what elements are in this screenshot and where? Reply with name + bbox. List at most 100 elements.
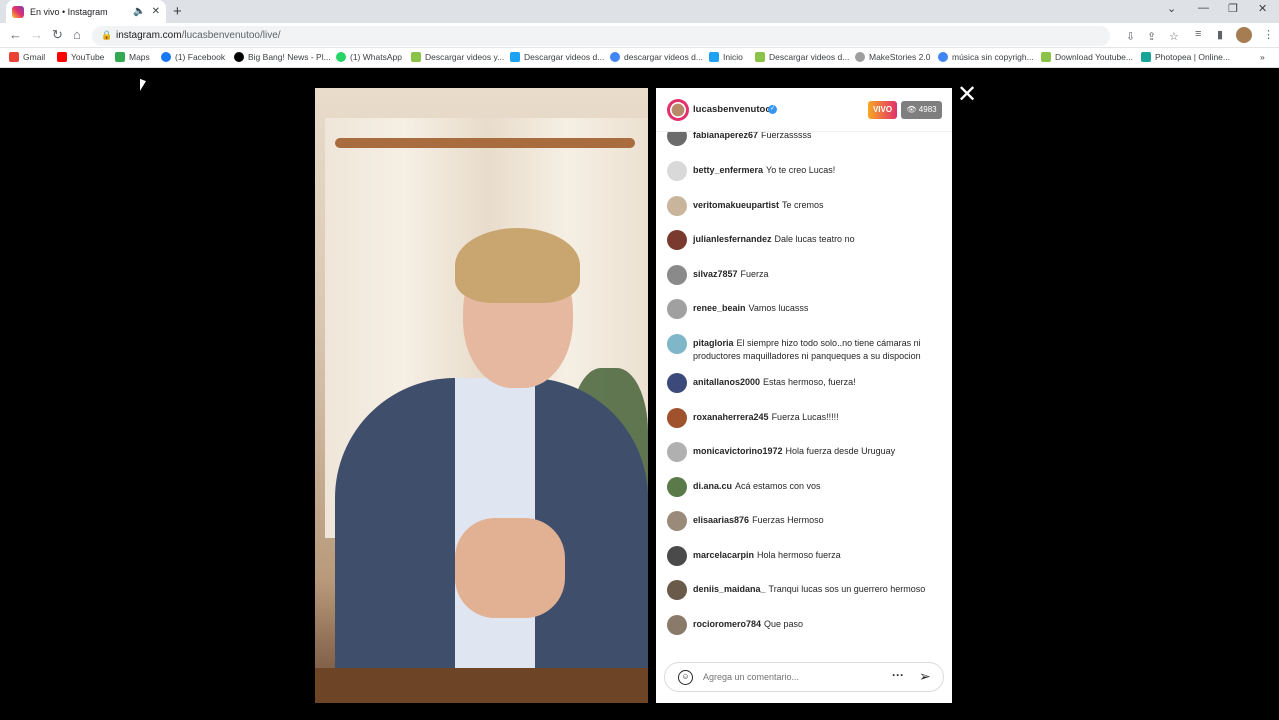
bookmark-item[interactable]: YouTube — [57, 52, 104, 62]
comment-username[interactable]: deniis_maidana_ — [693, 584, 766, 594]
viewer-count-badge: 👁 4983 — [901, 101, 942, 119]
bookmark-item[interactable]: Inicio — [709, 52, 743, 62]
comment-text-wrap: veritomakueupartist Te cremos — [693, 199, 824, 212]
android-icon — [411, 52, 421, 62]
twitter-icon — [510, 52, 520, 62]
bookmark-item[interactable]: música sin copyrigh... — [938, 52, 1034, 62]
comment-username[interactable]: silvaz7857 — [693, 269, 738, 279]
comment-item: monicavictorino1972 Hola fuerza desde Uru… — [667, 442, 947, 462]
bookmark-item[interactable]: Descargar videos y... — [411, 52, 504, 62]
video-person-hair — [455, 228, 580, 303]
bookmark-item[interactable]: MakeStories 2.0 — [855, 52, 930, 62]
comment-username[interactable]: monicavictorino1972 — [693, 446, 783, 456]
comment-username[interactable]: pitagloria — [693, 338, 734, 348]
twitter-icon — [709, 52, 719, 62]
bookmark-item[interactable]: Maps — [115, 52, 150, 62]
minimize-button[interactable]: — — [1198, 2, 1209, 14]
comment-item: silvaz7857 Fuerza — [667, 265, 947, 285]
comment-avatar[interactable] — [667, 334, 687, 354]
comment-avatar[interactable] — [667, 161, 687, 181]
comment-username[interactable]: renee_beain — [693, 303, 746, 313]
browser-tab[interactable]: En vivo • Instagram 🔈 ✕ — [6, 0, 166, 23]
forward-button[interactable]: → — [30, 27, 43, 42]
menu-icon[interactable]: ⋮ — [1263, 28, 1274, 41]
comment-avatar[interactable] — [667, 196, 687, 216]
comment-username[interactable]: elisaarias876 — [693, 515, 749, 525]
host-username[interactable]: lucasbenvenutoo — [693, 104, 771, 115]
close-tab-icon[interactable]: ✕ — [152, 6, 160, 17]
side-panel-icon[interactable]: ▮ — [1217, 28, 1223, 41]
bookmark-item[interactable]: (1) Facebook — [161, 52, 225, 62]
comment-text-wrap: silvaz7857 Fuerza — [693, 268, 769, 281]
comment-avatar[interactable] — [667, 546, 687, 566]
speaker-icon[interactable]: 🔈 — [133, 6, 145, 17]
address-bar[interactable]: 🔒 instagram.com/lucasbenvenutoo/live/ ⇩ … — [92, 26, 1179, 46]
comment-avatar[interactable] — [667, 442, 687, 462]
comment-username[interactable]: roxanaherrera245 — [693, 412, 769, 422]
url-text[interactable]: instagram.com/lucasbenvenutoo/live/ — [116, 30, 281, 41]
bookmark-item[interactable]: Descargar videos d... — [510, 52, 604, 62]
google-icon — [610, 52, 620, 62]
video-person-hands — [455, 518, 565, 618]
comment-text: Fuerza Lucas!!!!! — [771, 412, 839, 422]
bookmark-item[interactable]: Photopea | Online... — [1141, 52, 1230, 62]
tab-search-icon[interactable]: ⌄ — [1167, 2, 1176, 15]
bookmark-item[interactable]: (1) WhatsApp — [336, 52, 402, 62]
bookmark-item[interactable]: Big Bang! News - Pl... — [234, 52, 331, 62]
reload-button[interactable]: ↻ — [52, 27, 63, 43]
bookmark-star-icon[interactable]: ☆ — [1169, 30, 1179, 43]
comment-avatar[interactable] — [667, 299, 687, 319]
comment-input[interactable] — [703, 669, 873, 685]
comment-username[interactable]: betty_enfermera — [693, 165, 763, 175]
more-bookmarks-icon[interactable]: » — [1260, 52, 1265, 62]
comment-avatar[interactable] — [667, 511, 687, 531]
comment-text-wrap: betty_enfermera Yo te creo Lucas! — [693, 164, 835, 177]
google-icon — [938, 52, 948, 62]
media-icon[interactable]: ≡ — [1195, 28, 1201, 40]
comment-avatar[interactable] — [667, 408, 687, 428]
live-video[interactable] — [315, 88, 648, 703]
new-tab-button[interactable]: + — [173, 3, 182, 20]
bookmarks-bar: Gmail YouTube Maps (1) Facebook Big Bang… — [0, 48, 1279, 68]
comment-text: Vamos lucasss — [748, 303, 809, 313]
comment-avatar[interactable] — [667, 477, 687, 497]
bookmark-item[interactable]: descargar videos d... — [610, 52, 703, 62]
comment-avatar[interactable] — [667, 230, 687, 250]
bookmark-item[interactable]: Gmail — [9, 52, 45, 62]
profile-avatar[interactable] — [1236, 27, 1252, 43]
comment-avatar[interactable] — [667, 580, 687, 600]
bookmark-label: descargar videos d... — [624, 52, 703, 62]
back-button[interactable]: ← — [9, 27, 22, 42]
comment-username[interactable]: rocioromero784 — [693, 619, 761, 629]
comment-avatar[interactable] — [667, 265, 687, 285]
comment-username[interactable]: julianlesfernandez — [693, 234, 772, 244]
host-avatar[interactable] — [667, 99, 689, 121]
comment-item: deniis_maidana_ Tranqui lucas sos un guer… — [667, 580, 947, 600]
comment-username[interactable]: fabianaperez67 — [693, 132, 758, 140]
toolbar: ← → ↻ ⌂ 🔒 instagram.com/lucasbenvenutoo/… — [0, 23, 1279, 48]
comment-username[interactable]: marcelacarpin — [693, 550, 754, 560]
comment-username[interactable]: anitallanos2000 — [693, 377, 760, 387]
comment-text-wrap: anitallanos2000 Estas hermoso, fuerza! — [693, 376, 856, 389]
comment-avatar[interactable] — [667, 373, 687, 393]
emoji-icon[interactable]: ☺ — [678, 670, 693, 685]
share-icon[interactable]: ⇪ — [1147, 30, 1156, 43]
comment-text: Tranqui lucas sos un guerrero hermoso — [768, 584, 926, 594]
comment-text: Hola fuerza desde Uruguay — [785, 446, 896, 456]
bookmark-item[interactable]: Descargar videos d... — [755, 52, 849, 62]
home-button[interactable]: ⌂ — [73, 27, 81, 42]
close-window-button[interactable]: ✕ — [1258, 2, 1267, 15]
send-icon[interactable]: ➢ — [919, 668, 931, 685]
comment-username[interactable]: veritomakueupartist — [693, 200, 779, 210]
lock-icon[interactable]: 🔒 — [101, 30, 112, 41]
close-icon[interactable]: ✕ — [957, 83, 977, 107]
comment-avatar[interactable] — [667, 132, 687, 146]
comment-username[interactable]: di.ana.cu — [693, 481, 732, 491]
more-options-icon[interactable]: ··· — [892, 668, 904, 682]
whatsapp-icon — [336, 52, 346, 62]
comment-avatar[interactable] — [667, 615, 687, 635]
install-icon[interactable]: ⇩ — [1126, 30, 1135, 43]
bookmark-item[interactable]: Download Youtube... — [1041, 52, 1133, 62]
comment-list[interactable]: fabianaperez67 Fuerzasssss betty_enfermer… — [656, 132, 952, 650]
restore-button[interactable]: ❐ — [1228, 2, 1238, 15]
